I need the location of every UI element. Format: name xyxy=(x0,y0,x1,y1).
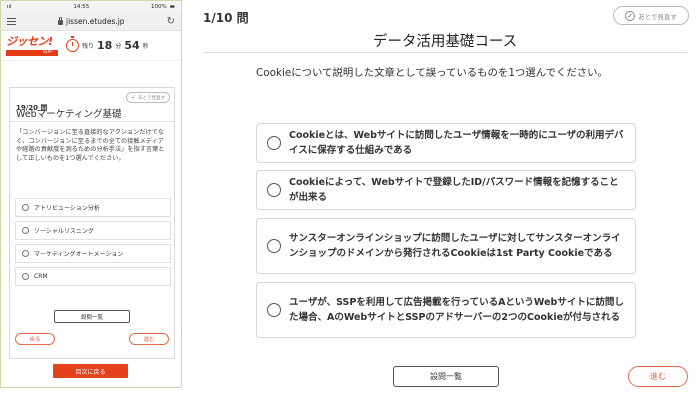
mobile-back-button[interactable]: 戻る xyxy=(15,333,55,345)
header-divider xyxy=(203,52,687,53)
mobile-card-header: 19/20 問 ✓ あとで見直す Webマーケティング基礎 xyxy=(10,88,174,120)
question-text: Cookieについて説明した文章として誤っているものを1つ選んでください。 xyxy=(256,67,608,79)
choice-option-2[interactable]: Cookieによって、Webサイトで登録したID/パスワード情報を記憶することが… xyxy=(256,170,636,210)
stopwatch-icon xyxy=(66,36,79,52)
mobile-choice[interactable]: CRM xyxy=(15,267,171,286)
battery-level: 100% xyxy=(151,4,167,10)
radio-icon[interactable] xyxy=(22,250,29,257)
choice-option-1[interactable]: Cookieとは、Webサイトに訪問したユーザ情報を一時的にユーザの利用デバイス… xyxy=(256,123,636,163)
url-display[interactable]: jissen.etudes.jp xyxy=(58,17,125,26)
radio-icon[interactable] xyxy=(22,204,29,211)
question-list-button[interactable]: 設問一覧 xyxy=(393,366,499,387)
radio-icon[interactable] xyxy=(22,227,29,234)
status-right: 100% ▬ xyxy=(151,4,175,10)
choice-option-3[interactable]: サンスターオンラインショップに訪問したユーザに対してサンスターオンラインショップ… xyxy=(256,218,636,274)
mobile-review-later-button[interactable]: ✓ あとで見直す xyxy=(126,92,170,103)
next-button[interactable]: 進む xyxy=(628,366,688,387)
mobile-choice-label: CRM xyxy=(34,273,48,280)
check-circle-icon: ✓ xyxy=(625,10,636,21)
mobile-choice[interactable]: ソーシャルリスニング xyxy=(15,221,171,240)
radio-icon[interactable] xyxy=(267,183,281,197)
mobile-choice-label: アトリビューション分析 xyxy=(34,205,100,212)
mobile-next-button[interactable]: 進む xyxy=(129,333,169,345)
timer-minutes-unit: 分 xyxy=(115,43,122,50)
logo-subtext: SOP xyxy=(6,49,58,56)
timer-minutes: 18 xyxy=(97,39,113,52)
radio-icon[interactable] xyxy=(267,239,281,253)
radio-icon[interactable] xyxy=(267,136,281,150)
mobile-question-text: 「コンバージョンに至る直接的なアクションだけでなく、コンバージョンに至るまでの全… xyxy=(16,129,165,162)
question-counter: 1/10 問 xyxy=(203,11,249,25)
browser-url-bar: jissen.etudes.jp ↻ xyxy=(1,13,181,31)
mobile-choice[interactable]: マーケティングオートメーション xyxy=(15,244,171,263)
mobile-course-title: Webマーケティング基礎 xyxy=(16,109,122,120)
reload-icon[interactable]: ↻ xyxy=(167,16,175,27)
radio-icon[interactable] xyxy=(267,303,281,317)
status-time: 14:55 xyxy=(73,4,90,10)
signal-indicator: ııl xyxy=(7,4,12,10)
menu-icon[interactable] xyxy=(7,18,16,25)
choice-label: ユーザが、SSPを利用して広告掲載を行っているAというWebサイトに訪問した場合… xyxy=(289,297,624,323)
choice-label: Cookieとは、Webサイトに訪問したユーザ情報を一時的にユーザの利用デバイス… xyxy=(289,130,624,156)
battery-icon: ▬ xyxy=(169,4,175,10)
check-icon: ✓ xyxy=(131,93,137,101)
lock-icon xyxy=(58,17,64,25)
remaining-timer: 残り 18 分 54 秒 xyxy=(66,36,149,52)
radio-icon[interactable] xyxy=(22,273,29,280)
timer-seconds-unit: 秒 xyxy=(142,43,149,50)
mobile-choice-label: ソーシャルリスニング xyxy=(34,228,94,235)
mobile-preview: ııl 14:55 100% ▬ jissen.etudes.jp ↻ ジッセン… xyxy=(0,0,182,388)
mobile-back-to-toc-button[interactable]: 目次に戻る xyxy=(53,364,128,378)
choice-label: サンスターオンラインショップに訪問したユーザに対してサンスターオンラインショップ… xyxy=(289,233,621,259)
mobile-choice-label: マーケティングオートメーション xyxy=(34,251,124,258)
choice-label: Cookieによって、Webサイトで登録したID/パスワード情報を記憶することが… xyxy=(289,177,619,203)
mobile-question-card: 19/20 問 ✓ あとで見直す Webマーケティング基礎 「コンバージョンに至… xyxy=(9,87,175,359)
mobile-choice[interactable]: アトリビューション分析 xyxy=(15,198,171,217)
timer-seconds: 54 xyxy=(124,39,140,52)
status-bar: ııl 14:55 100% ▬ xyxy=(1,1,181,13)
choice-option-4[interactable]: ユーザが、SSPを利用して広告掲載を行っているAというWebサイトに訪問した場合… xyxy=(256,282,636,338)
logo: ジッセン! SOP xyxy=(6,34,60,56)
url-text: jissen.etudes.jp xyxy=(66,17,125,26)
course-title: データ活用基礎コース xyxy=(372,34,518,50)
mobile-review-later-label: あとで見直す xyxy=(138,95,165,101)
brand-bar: ジッセン! SOP 残り 18 分 54 秒 xyxy=(1,31,181,61)
review-later-label: あとで見直す xyxy=(638,12,677,21)
mobile-question-list-button[interactable]: 設問一覧 xyxy=(54,310,130,323)
review-later-button[interactable]: ✓ あとで見直す xyxy=(613,6,689,25)
logo-text: ジッセン! xyxy=(6,34,53,48)
mobile-choice-list: アトリビューション分析 ソーシャルリスニング マーケティングオートメーション C… xyxy=(15,198,171,290)
timer-label: 残り xyxy=(82,43,95,50)
